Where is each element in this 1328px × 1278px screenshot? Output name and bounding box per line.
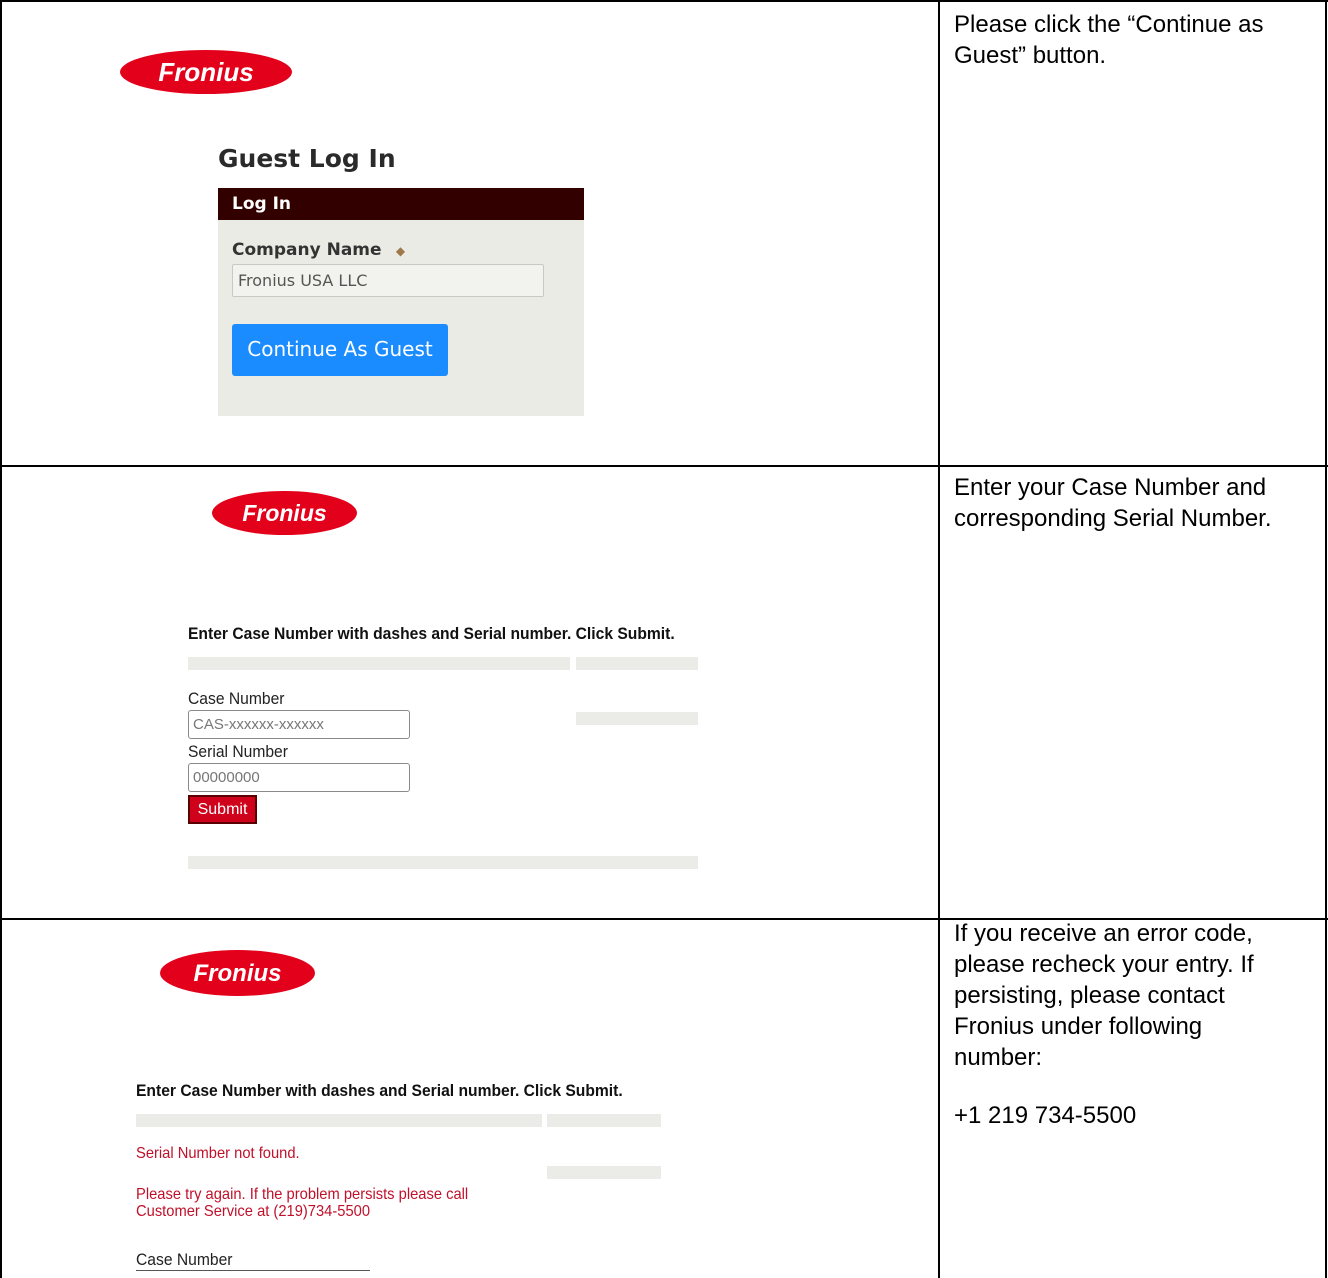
company-name-field[interactable]: Fronius USA LLC — [232, 264, 544, 297]
case-number-input[interactable]: CAS-xxxxxx-xxxxxx — [188, 710, 410, 739]
guest-login-title: Guest Log In — [218, 144, 396, 173]
row-3-screenshot-cell: Fronius Enter Case Number with dashes an… — [2, 920, 938, 1278]
required-diamond-icon: ◆ — [387, 244, 406, 258]
serial-number-label: Serial Number — [188, 742, 288, 761]
row-2-instruction: Enter your Case Number and corresponding… — [954, 474, 1272, 532]
case-number-input-top-edge — [136, 1270, 370, 1271]
row-2-screenshot-cell: Fronius Enter Case Number with dashes an… — [2, 467, 938, 918]
row-1-instruction-cell: Please click the “Continue as Guest” but… — [940, 2, 1325, 465]
fronius-logo: Fronius — [120, 50, 292, 94]
instruction-table: Fronius Guest Log In Log In Company Name… — [0, 0, 1328, 1278]
logo-wordmark: Fronius — [194, 960, 282, 987]
serial-number-input[interactable]: 00000000 — [188, 763, 410, 792]
error-message-line-1: Please try again. If the problem persist… — [136, 1186, 469, 1203]
logo-wordmark: Fronius — [158, 57, 253, 87]
case-number-placeholder: CAS-xxxxxx-xxxxxx — [193, 716, 324, 733]
submit-label: Submit — [197, 801, 248, 818]
fronius-logo: Fronius — [212, 491, 357, 535]
company-name-value: Fronius USA LLC — [238, 271, 368, 290]
company-name-label: Company Name ◆ — [232, 240, 405, 260]
table-border-right — [1325, 0, 1327, 1278]
row-1-screenshot-cell: Fronius Guest Log In Log In Company Name… — [2, 2, 938, 465]
serial-number-placeholder: 00000000 — [193, 769, 260, 786]
case-number-label: Case Number — [136, 1250, 233, 1269]
row-3-instruction-cell: If you receive an error code, please rec… — [940, 920, 1325, 1278]
submit-button[interactable]: Submit — [188, 795, 257, 824]
login-panel-header-label: Log In — [232, 194, 292, 214]
support-phone-number: +1 219 734-5500 — [954, 1102, 1137, 1129]
case-form-heading: Enter Case Number with dashes and Serial… — [188, 624, 675, 643]
continue-as-guest-button[interactable]: Continue As Guest — [232, 324, 448, 376]
error-message-not-found: Serial Number not found. — [136, 1145, 300, 1162]
company-name-label-text: Company Name — [232, 240, 382, 260]
gray-bar — [547, 1166, 661, 1179]
gray-bar — [188, 657, 570, 670]
row-2-instruction-cell: Enter your Case Number and corresponding… — [940, 467, 1325, 918]
error-message-line-2: Customer Service at (219)734-5500 — [136, 1203, 371, 1220]
gray-bar — [576, 657, 698, 670]
case-form-heading: Enter Case Number with dashes and Serial… — [136, 1081, 623, 1100]
gray-bar — [136, 1114, 542, 1127]
gray-bar — [576, 712, 698, 725]
continue-as-guest-label: Continue As Guest — [247, 337, 433, 361]
login-panel: Log In Company Name ◆ Fronius USA LLC Co… — [218, 188, 584, 416]
logo-wordmark: Fronius — [242, 500, 326, 526]
case-number-label: Case Number — [188, 689, 285, 708]
row-3-instruction: If you receive an error code, please rec… — [954, 920, 1254, 1071]
gray-bar — [188, 856, 698, 869]
fronius-logo: Fronius — [160, 950, 315, 996]
row-1-instruction: Please click the “Continue as Guest” but… — [954, 11, 1264, 69]
gray-bar — [547, 1114, 661, 1127]
login-panel-header: Log In — [218, 188, 584, 220]
